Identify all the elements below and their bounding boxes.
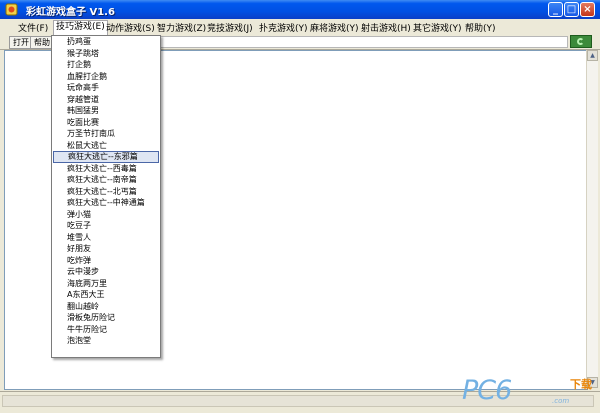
app-icon	[5, 3, 18, 16]
menu-item-game[interactable]: 疯狂大逃亡--北丐篇	[52, 186, 160, 198]
menu-item-game[interactable]: A东西大王	[52, 289, 160, 301]
scroll-up-icon[interactable]: ▲	[587, 50, 598, 61]
menu-item-game[interactable]: 吃豆子	[52, 220, 160, 232]
menu-bar: 文件(F) 技巧游戏(E) 动作游戏(S) 智力游戏(Z) 竞技游戏(J) 扑克…	[0, 19, 600, 35]
menu-puzzle-games[interactable]: 智力游戏(Z)	[157, 21, 206, 34]
watermark-url: .com	[552, 397, 570, 405]
menu-sports-games[interactable]: 竞技游戏(J)	[207, 21, 253, 34]
menu-item-game[interactable]: 穿越管道	[52, 94, 160, 106]
menu-poker-games[interactable]: 扑克游戏(Y)	[259, 21, 308, 34]
close-button[interactable]: ×	[580, 2, 595, 17]
menu-item-game[interactable]: 堆雪人	[52, 232, 160, 244]
menu-mahjong-games[interactable]: 麻将游戏(Y)	[310, 21, 359, 34]
vertical-scrollbar[interactable]: ▲ ▼	[586, 50, 598, 388]
menu-item-game[interactable]: 疯狂大逃亡--中神通篇	[52, 197, 160, 209]
menu-item-game[interactable]: 玩命高手	[52, 82, 160, 94]
menu-item-game[interactable]: 猴子跳塔	[52, 48, 160, 60]
menu-shooting-games[interactable]: 射击游戏(H)	[361, 21, 411, 34]
menu-help[interactable]: 帮助(Y)	[465, 21, 496, 34]
maximize-button[interactable]: □	[564, 2, 579, 17]
menu-action-games[interactable]: 动作游戏(S)	[106, 21, 155, 34]
menu-item-game[interactable]: 云中漫步	[52, 266, 160, 278]
menu-item-game[interactable]: 弹小猫	[52, 209, 160, 221]
watermark-brand: PC6	[462, 375, 512, 406]
title-bar[interactable]: 彩虹游戏盒子 V1.6 _ □ ×	[0, 0, 600, 19]
menu-item-game[interactable]: 滑板兔历险记	[52, 312, 160, 324]
menu-item-game[interactable]: 疯狂大逃亡--西毒篇	[52, 163, 160, 175]
menu-item-game[interactable]: 万圣节打南瓜	[52, 128, 160, 140]
skill-games-menu: 扔鸡蛋 猴子跳塔 打企鹅 血腥打企鹅 玩命高手 穿越管道 韩国猛男 吃面比赛 万…	[51, 35, 161, 358]
menu-item-game[interactable]: 松鼠大逃亡	[52, 140, 160, 152]
menu-item-game-highlighted[interactable]: 疯狂大逃亡--东邪篇	[53, 151, 159, 163]
menu-item-game[interactable]: 打企鹅	[52, 59, 160, 71]
refresh-icon[interactable]	[570, 35, 592, 48]
menu-skill-games[interactable]: 技巧游戏(E)	[53, 20, 108, 35]
menu-item-game[interactable]: 吃面比赛	[52, 117, 160, 129]
menu-item-game[interactable]: 牛牛历险记	[52, 324, 160, 336]
app-window: 彩虹游戏盒子 V1.6 _ □ × 文件(F) 技巧游戏(E) 动作游戏(S) …	[0, 0, 600, 413]
watermark-download: 下载	[570, 378, 592, 391]
pc6-watermark: PC6 下载 .com	[462, 372, 600, 412]
menu-item-game[interactable]: 翻山越岭	[52, 301, 160, 313]
menu-item-game[interactable]: 韩国猛男	[52, 105, 160, 117]
menu-item-game[interactable]: 泡泡堂	[52, 335, 160, 347]
menu-item-game[interactable]: 扔鸡蛋	[52, 36, 160, 48]
minimize-button[interactable]: _	[548, 2, 563, 17]
menu-file[interactable]: 文件(F)	[18, 21, 48, 34]
menu-item-game[interactable]: 吃炸弹	[52, 255, 160, 267]
menu-item-game[interactable]: 好朋友	[52, 243, 160, 255]
menu-item-game[interactable]: 血腥打企鹅	[52, 71, 160, 83]
menu-item-game[interactable]: 海底两万里	[52, 278, 160, 290]
menu-item-game[interactable]: 疯狂大逃亡--南帝篇	[52, 174, 160, 186]
menu-other-games[interactable]: 其它游戏(Y)	[413, 21, 462, 34]
address-field[interactable]	[138, 36, 568, 48]
window-title: 彩虹游戏盒子 V1.6	[26, 7, 115, 18]
